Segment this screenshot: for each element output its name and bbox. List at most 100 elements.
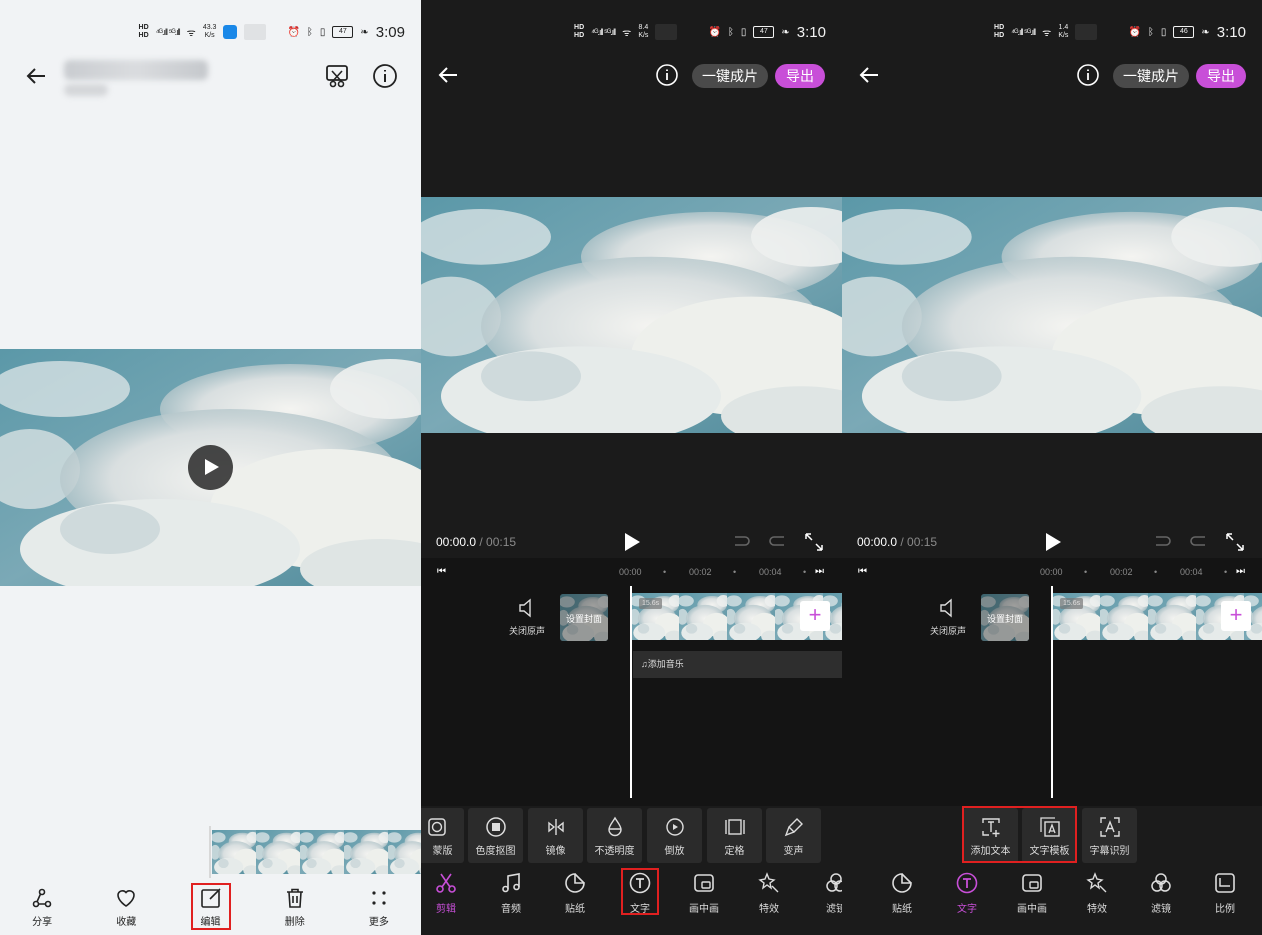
tab-sticker[interactable]: 贴纸 bbox=[547, 872, 603, 915]
info-icon[interactable] bbox=[372, 63, 398, 89]
pip-icon bbox=[694, 874, 714, 892]
ruler-tick: 00:00 bbox=[1040, 567, 1063, 577]
ruler-tick: 00:04 bbox=[759, 567, 782, 577]
set-cover-button[interactable]: 设置封面 bbox=[981, 594, 1029, 641]
timeline-playhead[interactable] bbox=[1051, 586, 1053, 798]
delete-button[interactable]: 删除 bbox=[253, 878, 337, 935]
skip-start-icon[interactable]: ⏮ bbox=[858, 566, 867, 577]
leaf-icon: ❧ bbox=[360, 26, 369, 38]
share-button[interactable]: 分享 bbox=[0, 878, 84, 935]
ruler-dot: • bbox=[1154, 567, 1158, 577]
blurred-title bbox=[64, 60, 208, 80]
timeline-playhead[interactable] bbox=[630, 586, 632, 798]
info-icon[interactable] bbox=[1076, 63, 1100, 87]
tool-subtitle-recognition[interactable]: 字幕识别 bbox=[1082, 808, 1137, 863]
export-button[interactable]: 导出 bbox=[775, 64, 825, 88]
info-icon[interactable] bbox=[655, 63, 679, 87]
timeline-ruler[interactable]: ⏮ 00:00 • 00:02 • 00:04 • ⏭ bbox=[842, 558, 1262, 586]
delete-label: 删除 bbox=[284, 917, 305, 928]
back-arrow-icon[interactable] bbox=[24, 64, 48, 88]
ratio-icon bbox=[1215, 873, 1235, 893]
mirror-icon bbox=[547, 819, 564, 835]
tool-reverse[interactable]: 倒放 bbox=[647, 808, 702, 863]
favorite-button[interactable]: 收藏 bbox=[84, 878, 168, 935]
skip-start-icon[interactable]: ⏮ bbox=[437, 566, 446, 577]
set-cover-button[interactable]: 设置封面 bbox=[560, 594, 608, 641]
sticker-icon bbox=[565, 873, 585, 893]
timecode: 00:00.0 / 00:15 bbox=[436, 535, 517, 549]
tab-audio[interactable]: 音频 bbox=[483, 872, 539, 915]
tab-filter[interactable]: 滤镜 bbox=[1133, 872, 1189, 915]
trash-icon bbox=[286, 888, 303, 908]
clip-duration-badge: 15.6s bbox=[1060, 598, 1084, 609]
ruler-tick: 00:04 bbox=[1180, 567, 1203, 577]
video-preview[interactable] bbox=[842, 197, 1262, 433]
fullscreen-icon[interactable] bbox=[804, 532, 824, 552]
tool-voice-change[interactable]: 变声 bbox=[766, 808, 821, 863]
play-button-overlay[interactable] bbox=[188, 445, 233, 490]
tool-chroma-key[interactable]: 色度抠图 bbox=[468, 808, 523, 863]
video-edit-icon[interactable] bbox=[324, 63, 350, 89]
tool-freeze[interactable]: 定格 bbox=[707, 808, 762, 863]
tab-ratio[interactable]: 比例 bbox=[1197, 872, 1253, 915]
mute-original-button[interactable]: 关闭原声 bbox=[928, 598, 968, 637]
more-button[interactable]: 更多 bbox=[337, 878, 421, 935]
signal-icon: ⁴ᴳ.ıll ⁵ᴳ.ıll bbox=[155, 27, 181, 37]
blurred-notification bbox=[1075, 24, 1098, 40]
tab-text[interactable]: 文字 bbox=[939, 872, 995, 915]
speaker-icon bbox=[519, 598, 531, 618]
redo-icon[interactable] bbox=[1188, 533, 1208, 549]
one-click-video-button[interactable]: 一键成片 bbox=[1113, 64, 1189, 88]
skip-end-icon[interactable]: ⏭ bbox=[1236, 566, 1245, 577]
status-bar: HD HD ⁴ᴳ.ıll ⁵ᴳ.ıll ᯤ 8.4 K/s ⏰ ᛒ ▯ 47 ❧ 3… bbox=[574, 20, 826, 44]
tool-mask[interactable]: 蒙版 bbox=[421, 808, 464, 863]
favorite-label: 收藏 bbox=[116, 917, 137, 928]
tab-effects[interactable]: 特效 bbox=[1069, 872, 1125, 915]
clock: 3:10 bbox=[1216, 23, 1246, 41]
back-arrow-icon[interactable] bbox=[436, 63, 460, 87]
ruler-tick: 00:02 bbox=[1110, 567, 1133, 577]
undo-icon[interactable] bbox=[732, 533, 752, 549]
mute-original-button[interactable]: 关闭原声 bbox=[507, 598, 547, 637]
video-scrubber-thumbnails[interactable] bbox=[212, 830, 421, 874]
timeline-ruler[interactable]: ⏮ 00:00 • 00:02 • 00:04 • ⏭ bbox=[421, 558, 842, 586]
fullscreen-icon[interactable] bbox=[1225, 532, 1245, 552]
add-clip-button[interactable]: + bbox=[1221, 601, 1251, 631]
add-music-track[interactable]: ♫添加音乐 bbox=[633, 651, 842, 678]
tab-effects[interactable]: 特效 bbox=[741, 872, 797, 915]
signal-icon: ⁴ᴳ.ıll ⁵ᴳ.ıll bbox=[1011, 27, 1036, 37]
tool-opacity[interactable]: 不透明度 bbox=[587, 808, 642, 863]
tab-pip[interactable]: 画中画 bbox=[676, 872, 732, 915]
one-click-video-button[interactable]: 一键成片 bbox=[692, 64, 768, 88]
back-arrow-icon[interactable] bbox=[857, 63, 881, 87]
blurred-notification bbox=[244, 24, 267, 40]
tool-mirror[interactable]: 镜像 bbox=[528, 808, 583, 863]
tab-clip[interactable]: 剪辑 bbox=[421, 872, 474, 915]
skip-end-icon[interactable]: ⏭ bbox=[815, 566, 824, 577]
hd-indicator: HD HD bbox=[138, 24, 149, 39]
add-clip-button[interactable]: + bbox=[800, 601, 830, 631]
reverse-icon bbox=[665, 818, 684, 836]
play-icon[interactable] bbox=[623, 532, 641, 552]
tab-pip[interactable]: 画中画 bbox=[1004, 872, 1060, 915]
effects-icon bbox=[1086, 872, 1107, 893]
voice-change-icon bbox=[784, 818, 803, 837]
clock: 3:10 bbox=[796, 23, 826, 41]
bluetooth-icon: ᛒ bbox=[1147, 26, 1154, 38]
wifi-icon: ᯤ bbox=[186, 28, 196, 39]
editor-tab-bar: 贴纸 文字 画中画 特效 滤镜 比例 bbox=[842, 866, 1262, 935]
video-preview[interactable] bbox=[421, 197, 842, 433]
network-speed: 1.4 K/s bbox=[1058, 24, 1069, 39]
sticker-icon bbox=[892, 873, 912, 893]
undo-icon[interactable] bbox=[1153, 533, 1173, 549]
play-icon[interactable] bbox=[1044, 532, 1062, 552]
text-tools-highlight-box bbox=[962, 806, 1077, 863]
export-button[interactable]: 导出 bbox=[1196, 64, 1246, 88]
mute-label: 关闭原声 bbox=[508, 626, 545, 636]
redo-icon[interactable] bbox=[767, 533, 787, 549]
cloud-app-icon bbox=[223, 25, 238, 39]
heart-icon bbox=[117, 890, 136, 907]
scrubber-playhead[interactable] bbox=[209, 826, 211, 878]
tab-filter[interactable]: 滤镜 bbox=[808, 872, 842, 915]
tab-sticker[interactable]: 贴纸 bbox=[874, 872, 930, 915]
